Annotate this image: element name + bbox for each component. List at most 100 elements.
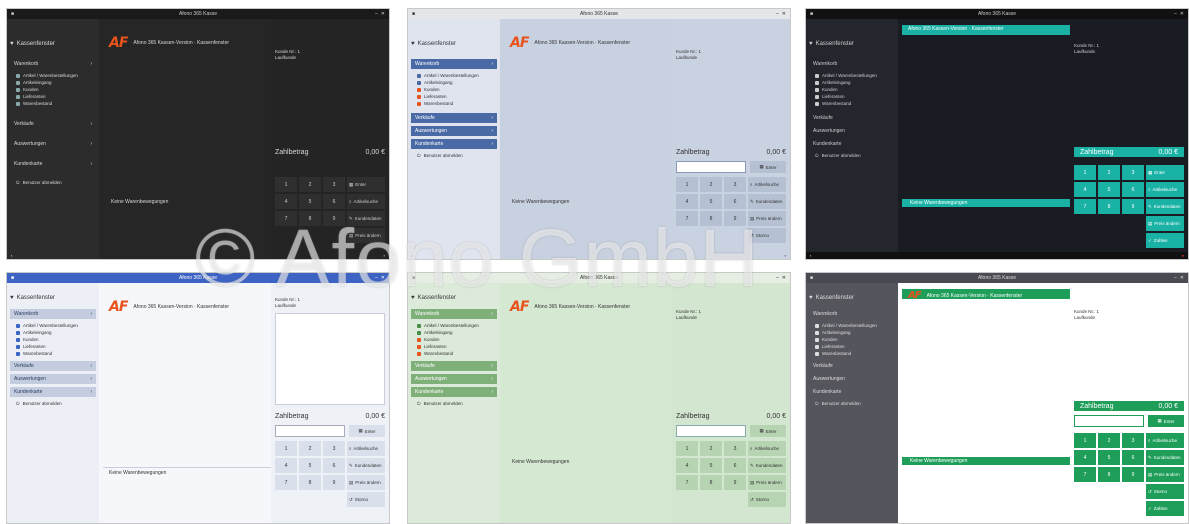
sidebar-home[interactable]: ♥ Kassenfenster [10,295,96,301]
enter-button[interactable]: ▦ Enter [750,425,786,437]
sidebar-group-cart[interactable]: Warenkorb › [10,59,96,69]
customer-button[interactable]: ✎ Kundendaten [748,194,786,209]
sidebar-item[interactable]: Artikel / Warenbestellungen [411,322,497,329]
sidebar-group-sales[interactable]: Verkäufe › [411,113,497,123]
key[interactable]: 5 [299,458,321,473]
sidebar-group-card[interactable]: Kundenkarte › [10,387,96,397]
key[interactable]: 2 [299,177,321,192]
key[interactable]: 7 [676,211,698,226]
key[interactable]: 7 [676,475,698,490]
key[interactable]: 7 [275,475,297,490]
storno-button[interactable]: ↺ Storno [748,228,786,243]
key[interactable]: 8 [700,475,722,490]
key[interactable]: 6 [323,194,345,209]
key[interactable]: 5 [1098,182,1120,197]
sidebar-item[interactable]: Lieferanten [809,343,895,350]
logout-button[interactable]: ⏻ Benutzer abmelden [809,152,895,159]
sidebar-item[interactable]: Artikel / Warenbestellungen [809,322,895,329]
search-button[interactable]: ⌕ Artikelsuche [347,441,385,456]
sidebar-group-sales[interactable]: Verkäufe [809,113,895,123]
sidebar-group-reports[interactable]: Auswertungen › [411,126,497,136]
sidebar-item[interactable]: Warenbestand [809,100,895,107]
sidebar-item[interactable]: Artikel / Warenbestellungen [809,72,895,79]
sidebar-item[interactable]: Warenbestand [411,100,497,107]
key[interactable]: 3 [323,441,345,456]
enter-button[interactable]: ▦ Enter [349,425,385,437]
sidebar-group-cart[interactable]: Warenkorb [809,309,895,319]
key[interactable]: 7 [1074,467,1096,482]
sidebar-item[interactable]: Artikeleingang [10,329,96,336]
key[interactable]: 8 [1098,199,1120,214]
sidebar-item[interactable]: Lieferanten [411,93,497,100]
sidebar-group-sales[interactable]: Verkäufe [809,361,895,371]
sidebar-group-cart[interactable]: Warenkorb [809,59,895,69]
sidebar-item[interactable]: Artikeleingang [809,79,895,86]
search-button[interactable]: ⌕ Artikelsuche [748,177,786,192]
sidebar-item[interactable]: Artikeleingang [411,79,497,86]
storno-button[interactable]: ↺ Storno [748,492,786,507]
quantity-input[interactable] [676,425,746,437]
key[interactable]: 1 [676,441,698,456]
sidebar-item[interactable]: Kunden [411,86,497,93]
key[interactable]: 1 [275,441,297,456]
search-button[interactable]: ⌕ Artikelsuche [748,441,786,456]
key[interactable]: 3 [724,441,746,456]
key[interactable]: 4 [275,194,297,209]
sidebar-group-reports[interactable]: Auswertungen [809,126,895,136]
key[interactable]: 2 [700,177,722,192]
sidebar-item[interactable]: Artikel / Warenbestellungen [411,72,497,79]
sidebar-item[interactable]: Kunden [809,86,895,93]
key[interactable]: 5 [700,458,722,473]
key[interactable]: 9 [1122,199,1144,214]
key[interactable]: 6 [724,458,746,473]
key[interactable]: 1 [1074,165,1096,180]
key[interactable]: 4 [676,194,698,209]
search-button[interactable]: ⌕ Artikelsuche [1146,433,1184,448]
key[interactable]: 1 [275,177,297,192]
sidebar-group-card[interactable]: Kundenkarte [809,139,895,149]
key[interactable]: 2 [299,441,321,456]
key[interactable]: 4 [676,458,698,473]
price-button[interactable]: ▤ Preis ändern [1146,216,1184,231]
sidebar-group-sales[interactable]: Verkäufe › [10,361,96,371]
sidebar-group-card[interactable]: Kundenkarte › [411,139,497,149]
key[interactable]: 6 [724,194,746,209]
sidebar-home[interactable]: ♥ Kassenfenster [809,41,895,47]
key[interactable]: 6 [323,458,345,473]
search-button[interactable]: ⌕ Artikelsuche [1146,182,1184,197]
sidebar-item[interactable]: Artikeleingang [411,329,497,336]
sidebar-group-cart[interactable]: Warenkorb › [411,309,497,319]
quantity-input[interactable] [275,425,345,437]
pay-button[interactable]: ✓ Zahlen [1146,501,1184,516]
customer-button[interactable]: ✎ Kundendaten [1146,199,1184,214]
sidebar-home[interactable]: ♥ Kassenfenster [10,41,96,47]
key[interactable]: 8 [299,211,321,226]
price-button[interactable]: ▤ Preis ändern [347,228,385,243]
sidebar-item[interactable]: Artikeleingang [809,329,895,336]
sidebar-home[interactable]: ♥ Kassenfenster [411,295,497,301]
key[interactable]: 9 [323,475,345,490]
key[interactable]: 7 [275,211,297,226]
storno-button[interactable]: ↺ Storno [1146,484,1184,499]
sidebar-item[interactable]: Kunden [10,86,96,93]
sidebar-item[interactable]: Lieferanten [10,343,96,350]
enter-button[interactable]: ▦ Enter [1148,415,1184,427]
sidebar-item[interactable]: Kunden [411,336,497,343]
key[interactable]: 2 [700,441,722,456]
key[interactable]: 3 [1122,433,1144,448]
key[interactable]: 2 [1098,433,1120,448]
sidebar-group-cart[interactable]: Warenkorb › [411,59,497,69]
enter-button[interactable]: ▦ Enter [1146,165,1184,180]
sidebar-group-reports[interactable]: Auswertungen › [10,139,96,149]
sidebar-home[interactable]: ♥ Kassenfenster [809,295,895,301]
logout-button[interactable]: ⏻ Benutzer abmelden [809,400,895,407]
storno-button[interactable]: ↺ Storno [347,492,385,507]
key[interactable]: 1 [1074,433,1096,448]
sidebar-group-sales[interactable]: Verkäufe › [10,119,96,129]
key[interactable]: 3 [1122,165,1144,180]
sidebar-group-card[interactable]: Kundenkarte › [411,387,497,397]
key[interactable]: 5 [1098,450,1120,465]
key[interactable]: 2 [1098,165,1120,180]
price-button[interactable]: ▤ Preis ändern [347,475,385,490]
sidebar-group-reports[interactable]: Auswertungen [809,374,895,384]
